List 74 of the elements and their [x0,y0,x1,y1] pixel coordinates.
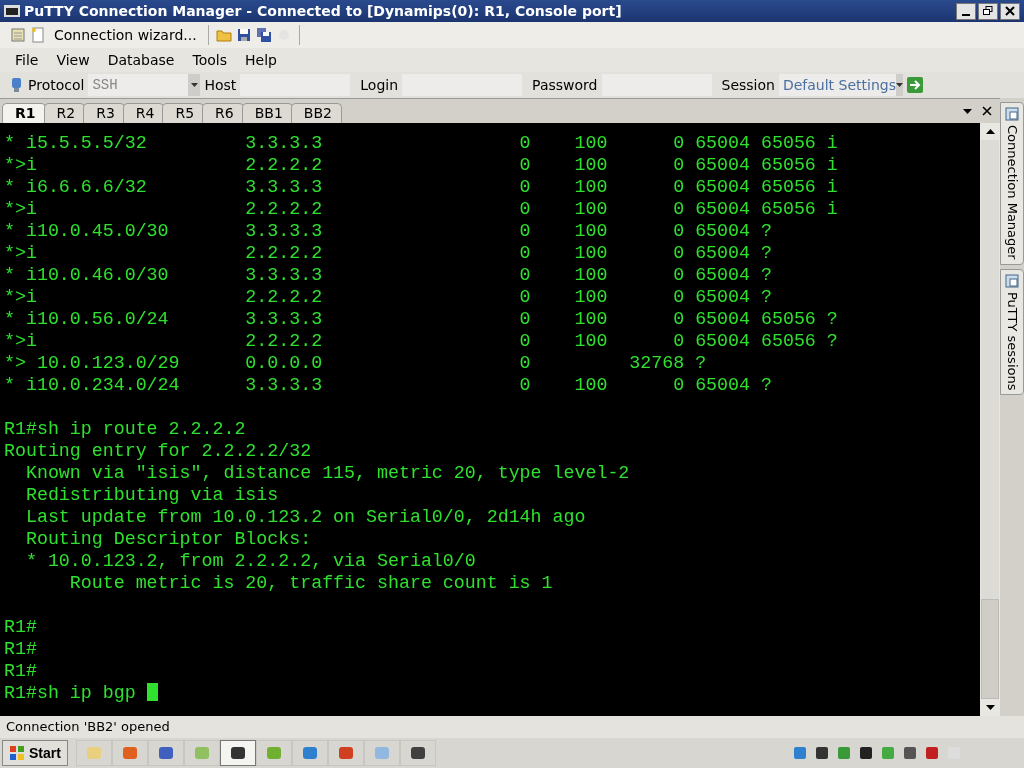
new-document-icon[interactable] [30,27,46,43]
password-label: Password [532,77,598,93]
minimize-button[interactable] [956,2,976,20]
menu-item[interactable]: File [6,50,48,70]
window-title: PuTTY Connection Manager - Connected to [Dynamips(0): R1, Console port] [24,3,623,19]
session-tab[interactable]: R1 [2,103,46,123]
scroll-down-icon[interactable] [985,705,995,710]
dropdown-icon[interactable] [963,108,972,114]
terminal-line: Route metric is 20, traffic share count is 1 [68,573,553,593]
terminal-line: R1# [4,617,37,637]
scrollbar-thumb[interactable] [981,599,999,699]
restore-button[interactable] [978,2,998,20]
terminal-line: * i10.0.234.0/24 3.3.3.3 0 100 0 65004 ? [4,375,772,395]
terminal-line: *>i 2.2.2.2 0 100 0 65004 65056 i [4,199,838,219]
login-label: Login [360,77,399,93]
terminal-line: * i10.0.46.0/30 3.3.3.3 0 100 0 65004 ? [4,265,772,285]
database-icon[interactable] [10,27,26,43]
terminal-line: *>i 2.2.2.2 0 100 0 65004 65056 i [4,155,838,175]
terminal-line: Known via "isis", distance 115, metric 20, type level-2 [24,463,630,483]
terminal-line: * i10.0.56.0/24 3.3.3.3 0 100 0 65004 65056 ? [4,309,838,329]
session-tab[interactable]: R6 [202,103,244,123]
scroll-up-icon[interactable] [985,129,995,134]
minimize-icon [962,14,970,16]
terminal-line: *> 10.0.123.0/29 0.0.0.0 0 32768 ? [4,353,707,373]
session-label: Session [721,77,775,93]
session-dropdown[interactable]: Default Settings [778,74,903,96]
menu-item[interactable]: View [47,50,99,70]
side-tab[interactable]: Connection Manager [1000,102,1024,265]
terminal-line: R1# [4,661,37,681]
close-icon [1005,6,1015,16]
save-icon[interactable] [235,27,252,43]
restore-icon [983,6,993,16]
terminal-line: R1# [4,639,37,659]
window-icon [1005,273,1019,288]
host-label: Host [204,77,237,93]
save-all-icon[interactable] [255,27,272,43]
session-tab[interactable]: R3 [83,103,125,123]
session-tab[interactable]: R2 [43,103,86,123]
session-tab[interactable]: BB2 [290,103,342,123]
terminal-line: *>i 2.2.2.2 0 100 0 65004 ? [4,287,772,307]
session-tab[interactable]: R4 [122,103,165,123]
caret-icon [188,74,201,96]
side-tab[interactable]: PuTTY sessions [1000,268,1024,396]
terminal-line: * 10.0.123.2, from 2.2.2.2, via Serial0/0 [24,551,476,571]
session-tab[interactable]: R5 [162,103,205,123]
terminal-screen[interactable] [0,123,980,716]
terminal-line: Routing entry for 2.2.2.2/32 [4,441,312,461]
terminal-line: * i6.6.6.6/32 3.3.3.3 0 100 0 65004 65056 i [4,177,838,197]
text-cursor [146,683,158,701]
status-text: Connection 'BB2' opened [0,716,1024,738]
session-tab[interactable]: BB1 [241,103,293,123]
terminal-line: Routing Descriptor Blocks: [24,529,312,549]
terminal-line: Last update from 10.0.123.2 on Serial0/0, 2d14h ago [24,507,586,527]
scrollbar[interactable] [980,123,1000,716]
command-prompt: R1#sh ip bgp [4,683,137,703]
menu-item[interactable]: Tools [183,50,236,70]
protocol-label: Protocol [28,77,85,93]
close-icon[interactable] [982,106,992,116]
computer-icon [10,77,24,93]
terminal-line: * i10.0.45.0/30 3.3.3.3 0 100 0 65004 ? [4,221,772,241]
caret-icon [895,74,903,96]
terminal-line: * i5.5.5.5/32 3.3.3.3 0 100 0 65004 65056 i [4,133,838,153]
windows-logo-icon [9,745,25,761]
connection-wizard-button[interactable]: Connection wizard... [50,27,201,43]
menu-item[interactable]: Database [98,50,184,70]
connect-arrow-icon[interactable] [906,77,923,93]
close-button[interactable] [1000,2,1020,20]
terminal-line: *>i 2.2.2.2 0 100 0 65004 65056 ? [4,331,838,351]
menu-item[interactable]: Help [236,50,286,70]
terminal-line: Redistributing via isis [24,485,279,505]
terminal-line: *>i 2.2.2.2 0 100 0 65004 ? [4,243,772,263]
window-icon [1005,107,1019,121]
start-button[interactable]: Start [2,740,68,766]
terminal-line: R1#sh ip route 2.2.2.2 [4,419,246,439]
